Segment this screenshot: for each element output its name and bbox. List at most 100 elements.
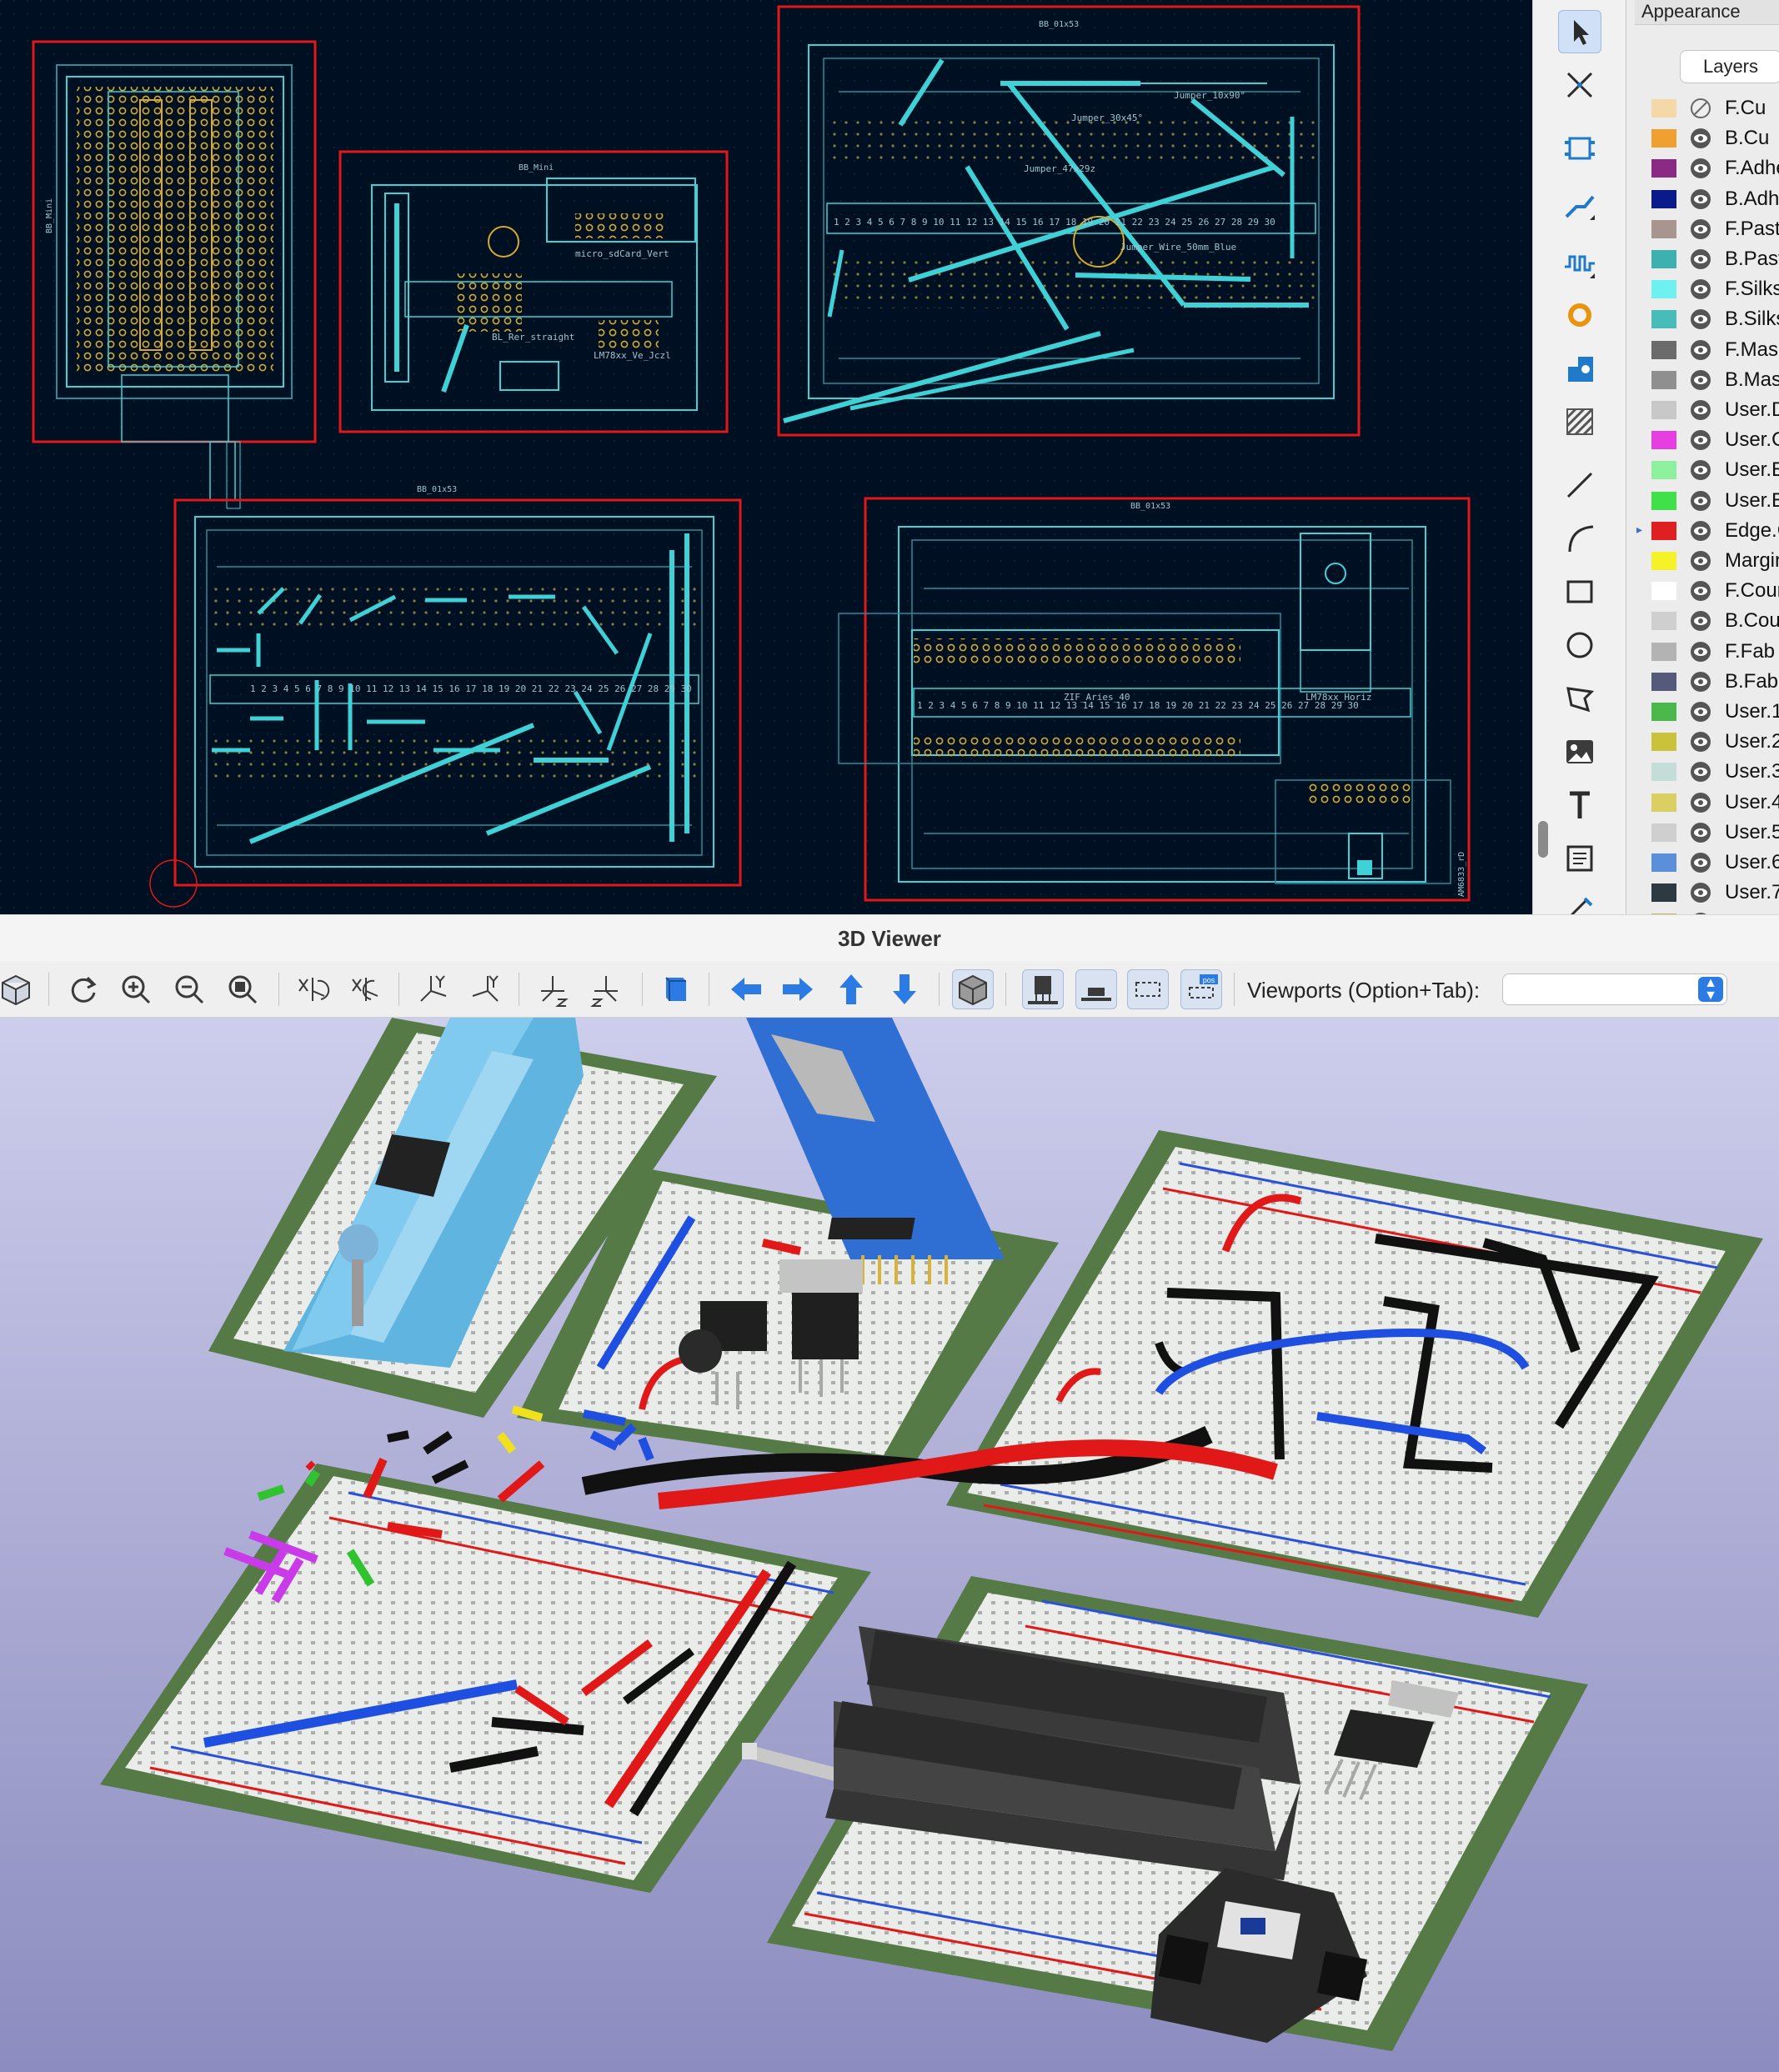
eye-icon[interactable] [1690, 580, 1711, 602]
layer-color-swatch[interactable] [1651, 703, 1676, 721]
layer-color-swatch[interactable] [1651, 823, 1676, 842]
layer-visibility-off-icon[interactable] [1690, 98, 1711, 119]
layer-row[interactable]: User.E [1626, 455, 1779, 485]
layer-row[interactable]: F.Adhe [1626, 153, 1779, 183]
layer-row[interactable]: User.1 [1626, 697, 1779, 727]
eye-icon[interactable] [1690, 520, 1711, 542]
eye-icon[interactable] [1690, 369, 1711, 391]
board-bb-01x53-bottom-right[interactable] [742, 1576, 1588, 2051]
layer-color-swatch[interactable] [1651, 793, 1676, 812]
layer-row[interactable]: Margin [1626, 546, 1779, 576]
zoom-fit-icon[interactable] [222, 969, 263, 1009]
layer-row[interactable]: User.4 [1626, 788, 1779, 818]
layer-color-swatch[interactable] [1651, 491, 1676, 510]
layer-color-swatch[interactable] [1651, 582, 1676, 601]
layer-color-swatch[interactable] [1651, 612, 1676, 631]
eye-icon[interactable] [1690, 278, 1711, 300]
layer-row[interactable]: User.8 [1626, 908, 1779, 914]
eye-icon[interactable] [1690, 671, 1711, 693]
rotate-y-ccw-icon[interactable] [465, 969, 507, 1009]
eye-icon[interactable] [1690, 852, 1711, 873]
layer-row[interactable]: User.3 [1626, 757, 1779, 787]
arc-icon[interactable] [1558, 517, 1601, 560]
tune-length-icon[interactable] [1558, 242, 1601, 285]
layer-row[interactable]: B.Cu [1626, 123, 1779, 153]
cube-view-icon[interactable] [0, 969, 37, 1009]
eye-icon[interactable] [1690, 490, 1711, 512]
show-virtual-icon[interactable] [1127, 969, 1169, 1009]
rule-area-icon[interactable] [1558, 400, 1601, 443]
show-tht-icon[interactable] [1022, 969, 1064, 1009]
select-arrow-icon[interactable] [1558, 10, 1601, 53]
layer-row[interactable]: ▸ Edge.C [1626, 516, 1779, 546]
layer-color-swatch[interactable] [1651, 159, 1676, 178]
layer-color-swatch[interactable] [1651, 521, 1676, 540]
show-smd-icon[interactable] [1075, 969, 1117, 1009]
layer-row[interactable]: F.Silks [1626, 274, 1779, 304]
eye-icon[interactable] [1690, 550, 1711, 572]
layer-color-swatch[interactable] [1651, 763, 1676, 782]
layer-row[interactable]: User.E [1626, 486, 1779, 516]
rotate-z-ccw-icon[interactable] [585, 969, 627, 1009]
text-icon[interactable] [1558, 783, 1601, 827]
eye-icon[interactable] [1690, 188, 1711, 210]
circle-icon[interactable] [1558, 623, 1601, 667]
board-bb-01x53-top[interactable] [946, 1130, 1763, 1618]
layer-row[interactable]: B.Fab [1626, 667, 1779, 697]
eye-icon[interactable] [1690, 731, 1711, 753]
layer-color-swatch[interactable] [1651, 853, 1676, 872]
move-up-icon[interactable] [830, 969, 872, 1009]
ortho-icon[interactable] [952, 969, 994, 1009]
line-icon[interactable] [1558, 463, 1601, 507]
layer-row[interactable]: F.Mas [1626, 335, 1779, 365]
rotate-x-ccw-icon[interactable] [345, 969, 387, 1009]
eye-icon[interactable] [1690, 128, 1711, 149]
eye-icon[interactable] [1690, 459, 1711, 481]
rotate-z-cw-icon[interactable] [532, 969, 574, 1009]
layer-color-swatch[interactable] [1651, 219, 1676, 238]
board-bb-01x53-bottom-left[interactable] [100, 1405, 871, 1893]
move-right-icon[interactable] [777, 969, 819, 1009]
layer-color-swatch[interactable] [1651, 883, 1676, 903]
eye-icon[interactable] [1690, 248, 1711, 270]
pcb-drawing[interactable]: BB_Mini BB_Mini micro_sdCard_Vert BL_Rer… [0, 0, 1532, 914]
3d-scene[interactable] [0, 1018, 1779, 2072]
eye-icon[interactable] [1690, 308, 1711, 330]
layer-row[interactable]: User.2 [1626, 727, 1779, 757]
layer-color-swatch[interactable] [1651, 461, 1676, 480]
flip-board-icon[interactable] [655, 969, 697, 1009]
layer-row[interactable]: F.Cour [1626, 576, 1779, 606]
layer-row[interactable]: User.7 [1626, 878, 1779, 908]
image-icon[interactable] [1558, 730, 1601, 773]
no-connect-icon[interactable] [1558, 63, 1601, 107]
layer-row[interactable]: F.Paste [1626, 214, 1779, 244]
eye-icon[interactable] [1690, 399, 1711, 421]
layer-row[interactable]: User.5 [1626, 818, 1779, 848]
layer-row[interactable]: B.Paste [1626, 244, 1779, 274]
layer-color-swatch[interactable] [1651, 129, 1676, 148]
layer-row[interactable]: User.D [1626, 395, 1779, 425]
3d-viewport[interactable] [0, 1018, 1779, 2072]
layer-row[interactable]: B.Adhe [1626, 184, 1779, 214]
layer-color-swatch[interactable] [1651, 99, 1676, 118]
layer-color-swatch[interactable] [1651, 370, 1676, 389]
layer-row[interactable]: B.Mas [1626, 365, 1779, 395]
tab-layers[interactable]: Layers [1680, 50, 1779, 83]
layer-row[interactable]: B.Cour [1626, 606, 1779, 636]
layer-row[interactable]: User.C [1626, 425, 1779, 455]
show-not-in-pos-icon[interactable]: pos [1180, 969, 1222, 1009]
layer-row[interactable]: F.Cu [1626, 93, 1779, 123]
layer-color-swatch[interactable] [1651, 672, 1676, 691]
route-track-icon[interactable] [1558, 183, 1601, 227]
polygon-icon[interactable] [1558, 677, 1601, 720]
zoom-out-icon[interactable] [168, 969, 210, 1009]
layer-row[interactable]: B.Silks [1626, 304, 1779, 334]
eye-icon[interactable] [1690, 218, 1711, 240]
layer-color-swatch[interactable] [1651, 642, 1676, 661]
zone-icon[interactable] [1558, 347, 1601, 390]
eye-icon[interactable] [1690, 429, 1711, 451]
zoom-in-icon[interactable] [115, 969, 157, 1009]
toolbar-scrollbar[interactable] [1538, 821, 1548, 858]
layer-color-swatch[interactable] [1651, 733, 1676, 752]
reload-icon[interactable] [62, 969, 103, 1009]
